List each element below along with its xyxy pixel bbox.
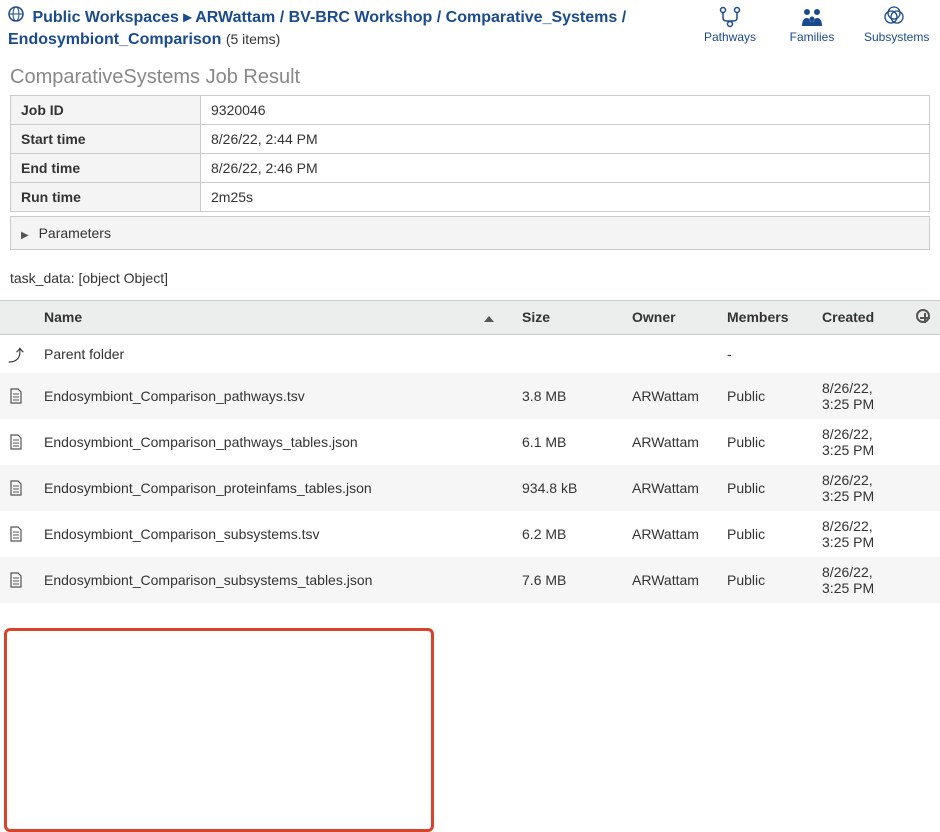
breadcrumb-owner[interactable]: ARWattam xyxy=(195,9,275,26)
run-time-value: 2m25s xyxy=(201,182,930,211)
column-members[interactable]: Members xyxy=(717,300,812,334)
file-owner: ARWattam xyxy=(622,465,717,511)
file-owner: ARWattam xyxy=(622,419,717,465)
families-link[interactable]: Families xyxy=(782,6,842,44)
families-label: Families xyxy=(790,30,835,44)
column-owner[interactable]: Owner xyxy=(622,300,717,334)
table-row: Run time2m25s xyxy=(11,182,930,211)
globe-icon xyxy=(8,6,24,29)
file-icon xyxy=(0,557,34,603)
file-name: Endosymbiont_Comparison_subsystems.tsv xyxy=(34,511,474,557)
file-members: Public xyxy=(717,373,812,419)
table-row: Job ID9320046 xyxy=(11,95,930,124)
file-members: - xyxy=(717,334,812,373)
page-title: ComparativeSystems Job Result xyxy=(10,66,930,89)
file-created: 8/26/22, 3:25 PM xyxy=(812,557,906,603)
file-name: Endosymbiont_Comparison_proteinfams_tabl… xyxy=(34,465,474,511)
end-time-label: End time xyxy=(11,153,201,182)
start-time-value: 8/26/22, 2:44 PM xyxy=(201,124,930,153)
file-members: Public xyxy=(717,419,812,465)
table-row[interactable]: Endosymbiont_Comparison_subsystems.tsv 6… xyxy=(0,511,940,557)
chevron-right-icon: ▶ xyxy=(21,230,29,241)
file-icon xyxy=(0,419,34,465)
file-name: Endosymbiont_Comparison_subsystems_table… xyxy=(34,557,474,603)
table-row[interactable]: Endosymbiont_Comparison_subsystems_table… xyxy=(0,557,940,603)
file-created: 8/26/22, 3:25 PM xyxy=(812,373,906,419)
file-created: 8/26/22, 3:25 PM xyxy=(812,511,906,557)
subsystems-label: Subsystems xyxy=(864,30,929,44)
highlight-overlay xyxy=(4,628,434,832)
pathways-link[interactable]: Pathways xyxy=(700,6,760,44)
file-icon xyxy=(0,373,34,419)
files-table: Name Size Owner Members Created ⤴ Parent… xyxy=(0,300,940,603)
subsystems-link[interactable]: Subsystems xyxy=(864,6,924,44)
file-icon xyxy=(0,511,34,557)
breadcrumb-sep: ▸ xyxy=(183,9,195,26)
table-row[interactable]: Endosymbiont_Comparison_proteinfams_tabl… xyxy=(0,465,940,511)
breadcrumb: Public Workspaces ▸ ARWattam / BV-BRC Wo… xyxy=(8,6,628,52)
families-icon xyxy=(799,6,825,28)
parameters-toggle[interactable]: ▶ Parameters xyxy=(10,216,930,250)
file-size: 6.1 MB xyxy=(512,419,622,465)
start-time-label: Start time xyxy=(11,124,201,153)
parameters-label: Parameters xyxy=(39,225,111,241)
run-time-label: Run time xyxy=(11,182,201,211)
file-owner: ARWattam xyxy=(622,511,717,557)
items-count: (5 items) xyxy=(226,31,280,47)
file-members: Public xyxy=(717,511,812,557)
pathways-label: Pathways xyxy=(704,30,756,44)
file-icon xyxy=(0,465,34,511)
table-row: Start time8/26/22, 2:44 PM xyxy=(11,124,930,153)
breadcrumb-root[interactable]: Public Workspaces xyxy=(32,9,178,26)
file-name: Endosymbiont_Comparison_pathways.tsv xyxy=(34,373,474,419)
job-id-label: Job ID xyxy=(11,95,201,124)
job-id-value: 9320046 xyxy=(201,95,930,124)
sort-asc-icon xyxy=(484,316,494,322)
column-created[interactable]: Created xyxy=(812,300,906,334)
pathways-icon xyxy=(717,6,743,28)
table-row-parent[interactable]: ⤴ Parent folder - xyxy=(0,334,940,373)
column-size[interactable]: Size xyxy=(512,300,622,334)
column-sort[interactable] xyxy=(474,300,512,334)
file-members: Public xyxy=(717,465,812,511)
table-row: End time8/26/22, 2:46 PM xyxy=(11,153,930,182)
column-name[interactable]: Name xyxy=(34,300,474,334)
file-size: 6.2 MB xyxy=(512,511,622,557)
file-members: Public xyxy=(717,557,812,603)
parent-folder-icon: ⤴ xyxy=(8,348,24,365)
subsystems-icon xyxy=(881,6,907,28)
file-size: 934.8 kB xyxy=(512,465,622,511)
job-meta-table: Job ID9320046 Start time8/26/22, 2:44 PM… xyxy=(10,95,930,212)
file-created: 8/26/22, 3:25 PM xyxy=(812,419,906,465)
file-created: 8/26/22, 3:25 PM xyxy=(812,465,906,511)
file-name: Parent folder xyxy=(34,334,474,373)
column-icon xyxy=(0,300,34,334)
file-owner: ARWattam xyxy=(622,373,717,419)
table-row[interactable]: Endosymbiont_Comparison_pathways_tables.… xyxy=(0,419,940,465)
file-size: 3.8 MB xyxy=(512,373,622,419)
end-time-value: 8/26/22, 2:46 PM xyxy=(201,153,930,182)
file-name: Endosymbiont_Comparison_pathways_tables.… xyxy=(34,419,474,465)
task-data-text: task_data: [object Object] xyxy=(10,270,930,286)
table-row[interactable]: Endosymbiont_Comparison_pathways.tsv 3.8… xyxy=(0,373,940,419)
file-owner: ARWattam xyxy=(622,557,717,603)
add-column-button[interactable] xyxy=(906,300,940,334)
file-size: 7.6 MB xyxy=(512,557,622,603)
plus-icon xyxy=(916,309,930,323)
